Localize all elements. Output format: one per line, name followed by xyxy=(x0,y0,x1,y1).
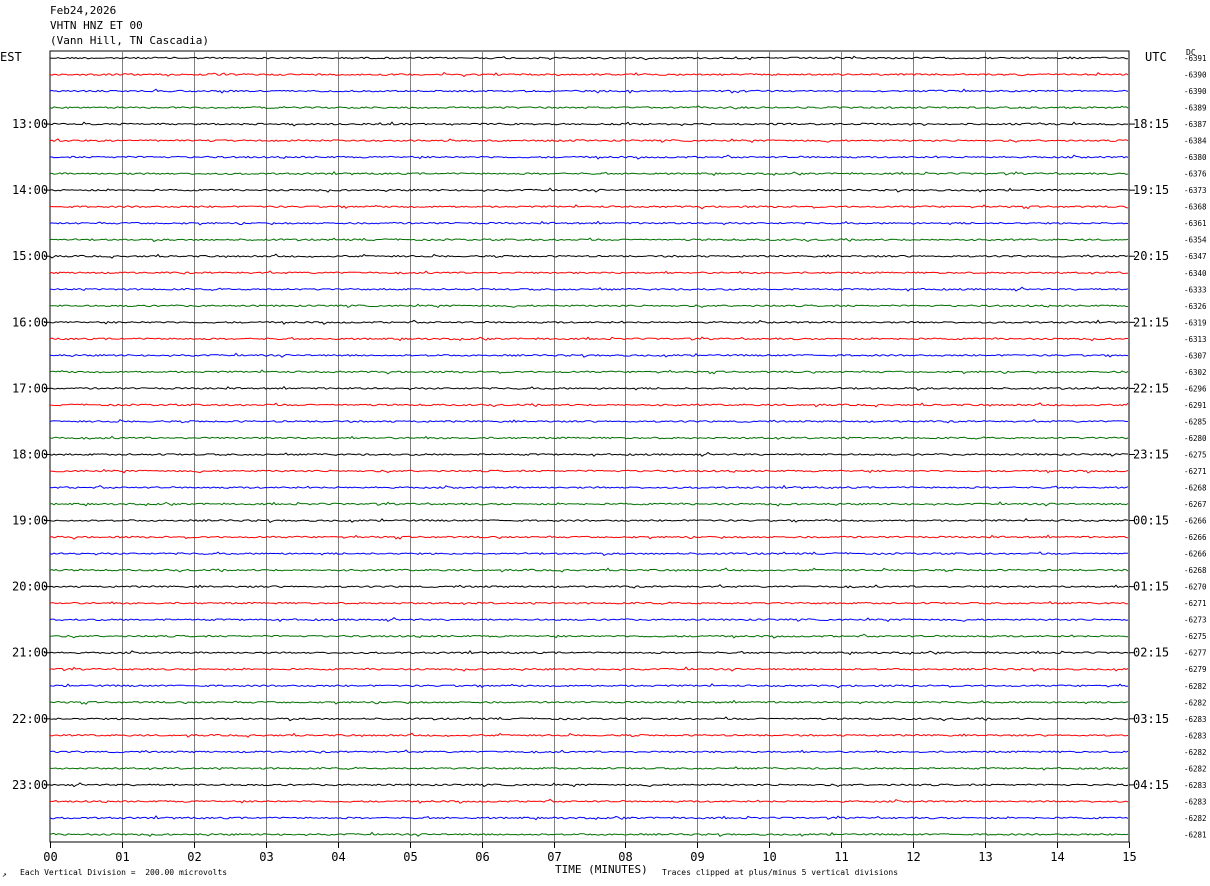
utc-hour-label: 01:15 xyxy=(1133,580,1169,594)
dc-offset-label: -6282 xyxy=(1184,698,1207,707)
x-tick-label: 07 xyxy=(547,850,561,864)
dc-offset-label: -6277 xyxy=(1184,649,1207,658)
dc-offset-label: -6390 xyxy=(1184,71,1207,80)
est-hour-label: 14:00 xyxy=(12,183,48,197)
plot-frame xyxy=(49,50,1130,843)
dc-offset-label: -6281 xyxy=(1184,830,1207,839)
utc-hour-label: 04:15 xyxy=(1133,778,1169,792)
dc-offset-label: -6354 xyxy=(1184,236,1207,245)
helicorder-plot: -6391 -6390 -6390 -6389 -6387 -6384 -6380 -6376… xyxy=(12,50,1207,864)
dc-offset-label: -6283 xyxy=(1184,731,1207,740)
dc-offset-label: -6268 xyxy=(1184,484,1207,493)
utc-hour-label: 23:15 xyxy=(1133,448,1169,462)
est-hour-label: 20:00 xyxy=(12,580,48,594)
dc-offset-label: -6368 xyxy=(1184,203,1207,212)
x-tick-label: 01 xyxy=(115,850,129,864)
dc-offset-label: -6380 xyxy=(1184,153,1207,162)
dc-offset-label: -6267 xyxy=(1184,500,1207,509)
dc-offset-label: -6285 xyxy=(1184,417,1207,426)
dc-offset-label: -6296 xyxy=(1184,384,1207,393)
utc-hour-label: 03:15 xyxy=(1133,712,1169,726)
x-tick-label: 10 xyxy=(762,850,776,864)
dc-offset-label: -6340 xyxy=(1184,269,1207,278)
est-hour-label: 15:00 xyxy=(12,249,48,263)
est-hour-label: 18:00 xyxy=(12,448,48,462)
dc-offset-label: -6283 xyxy=(1184,781,1207,790)
dc-offset-label: -6391 xyxy=(1184,54,1207,63)
dc-offset-label: -6275 xyxy=(1184,451,1207,460)
dc-offset-label: -6280 xyxy=(1184,434,1207,443)
dc-offset-label: -6361 xyxy=(1184,219,1207,228)
est-hour-label: 23:00 xyxy=(12,778,48,792)
utc-hour-label: 18:15 xyxy=(1133,117,1169,131)
x-tick-label: 08 xyxy=(618,850,632,864)
dc-offset-label: -6307 xyxy=(1184,351,1207,360)
dc-offset-label: -6390 xyxy=(1184,87,1207,96)
est-hour-label: 16:00 xyxy=(12,315,48,329)
dc-offset-label: -6266 xyxy=(1184,517,1207,526)
dc-offset-label: -6291 xyxy=(1184,401,1207,410)
dc-offset-label: -6282 xyxy=(1184,764,1207,773)
dc-offset-label: -6282 xyxy=(1184,682,1207,691)
dc-offset-label: -6279 xyxy=(1184,665,1207,674)
dc-offset-label: -6270 xyxy=(1184,583,1207,592)
utc-hour-label: 21:15 xyxy=(1133,315,1169,329)
corner-mark-icon: ↗ xyxy=(2,870,7,879)
x-tick-label: 14 xyxy=(1050,850,1064,864)
dc-offset-label: -6389 xyxy=(1184,104,1207,113)
x-tick-label: 11 xyxy=(834,850,848,864)
dc-offset-label: -6282 xyxy=(1184,814,1207,823)
x-tick-label: 02 xyxy=(187,850,201,864)
utc-hour-label: 00:15 xyxy=(1133,514,1169,528)
dc-offset-label: -6326 xyxy=(1184,302,1207,311)
x-tick-label: 12 xyxy=(906,850,920,864)
utc-hour-label: 22:15 xyxy=(1133,381,1169,395)
dc-offset-label: -6271 xyxy=(1184,467,1207,476)
dc-offset-label: -6376 xyxy=(1184,170,1207,179)
dc-offset-label: -6266 xyxy=(1184,550,1207,559)
x-tick-label: 09 xyxy=(690,850,704,864)
dc-offset-label: -6271 xyxy=(1184,599,1207,608)
est-hour-label: 22:00 xyxy=(12,712,48,726)
dc-offset-label: -6273 xyxy=(1184,616,1207,625)
dc-offset-label: -6373 xyxy=(1184,186,1207,195)
dc-offset-label: -6384 xyxy=(1184,137,1207,146)
x-tick-label: 05 xyxy=(403,850,417,864)
x-tick-label: 00 xyxy=(43,850,57,864)
est-hour-label: 17:00 xyxy=(12,381,48,395)
x-tick-label: 13 xyxy=(978,850,992,864)
utc-hour-label: 19:15 xyxy=(1133,183,1169,197)
est-hour-label: 21:00 xyxy=(12,646,48,660)
dc-offset-label: -6268 xyxy=(1184,566,1207,575)
dc-offset-label: -6282 xyxy=(1184,748,1207,757)
dc-offset-label: -6283 xyxy=(1184,797,1207,806)
x-tick-label: 06 xyxy=(475,850,489,864)
dc-offset-label: -6319 xyxy=(1184,318,1207,327)
dc-offset-label: -6313 xyxy=(1184,335,1207,344)
dc-offset-label: -6275 xyxy=(1184,632,1207,641)
clip-note: Traces clipped at plus/minus 5 vertical … xyxy=(662,868,899,877)
dc-offset-label: -6283 xyxy=(1184,715,1207,724)
vertical-scale-note: Each Vertical Division = 200.00 microvol… xyxy=(20,868,228,877)
utc-hour-label: 02:15 xyxy=(1133,646,1169,660)
x-tick-label: 04 xyxy=(331,850,345,864)
x-tick-label: 15 xyxy=(1122,850,1136,864)
dc-offset-label: -6347 xyxy=(1184,252,1207,261)
utc-hour-label: 20:15 xyxy=(1133,249,1169,263)
dc-offset-label: -6387 xyxy=(1184,120,1207,129)
est-hour-label: 13:00 xyxy=(12,117,48,131)
est-hour-label: 19:00 xyxy=(12,514,48,528)
x-tick-label: 03 xyxy=(259,850,273,864)
dc-offset-label: -6302 xyxy=(1184,368,1207,377)
dc-offset-label: -6266 xyxy=(1184,533,1207,542)
dc-offset-label: -6333 xyxy=(1184,285,1207,294)
x-axis-title: TIME (MINUTES) xyxy=(555,863,648,876)
